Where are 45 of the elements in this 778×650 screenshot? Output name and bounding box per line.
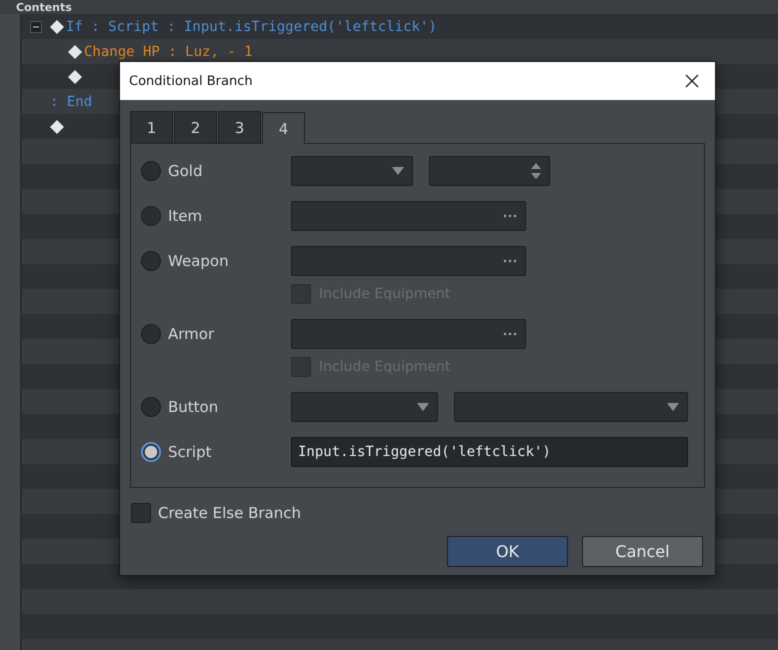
condition-label: Script [168, 443, 213, 461]
panel-title: Contents [16, 1, 72, 14]
condition-label: Button [168, 398, 220, 416]
radio-button[interactable] [141, 251, 161, 271]
dropdown[interactable] [291, 156, 413, 186]
dropdown[interactable] [291, 392, 438, 422]
collapse-icon[interactable] [30, 20, 42, 32]
script-field[interactable]: Input.isTriggered('leftclick') [291, 437, 688, 467]
picker-field[interactable] [291, 246, 526, 276]
ellipsis-icon [503, 332, 517, 336]
dialog-title: Conditional Branch [129, 74, 253, 88]
condition-label: Weapon [168, 252, 230, 270]
radio-button[interactable] [141, 324, 161, 344]
diamond-icon [68, 70, 82, 84]
condition-label: Gold [168, 162, 204, 180]
diamond-icon [50, 120, 64, 134]
condition-label: Item [168, 207, 204, 225]
tab[interactable]: 1 [130, 111, 173, 143]
radio-button[interactable] [141, 161, 161, 181]
ok-button[interactable]: OK [447, 536, 568, 567]
number-field[interactable] [429, 156, 550, 186]
tab[interactable]: 3 [218, 111, 261, 143]
diamond-icon [50, 20, 64, 34]
dropdown-caret-icon [417, 403, 429, 411]
radio-button[interactable] [141, 206, 161, 226]
diamond-icon [68, 44, 82, 58]
dropdown[interactable] [454, 392, 688, 422]
condition-label: Armor [168, 325, 216, 343]
dropdown-caret-icon [392, 167, 404, 175]
tab[interactable]: 4 [262, 112, 305, 144]
radio-button[interactable] [141, 397, 161, 417]
event-command[interactable]: Change HP : Luz, - 1 [84, 44, 253, 60]
spinner-arrows-icon [531, 162, 541, 180]
checkbox-label: Create Else Branch [158, 504, 301, 522]
cancel-button[interactable]: Cancel [582, 536, 703, 567]
checkbox[interactable] [131, 503, 151, 523]
picker-field[interactable] [291, 201, 526, 231]
picker-field[interactable] [291, 319, 526, 349]
radio-button[interactable] [141, 442, 161, 462]
ellipsis-icon [503, 259, 517, 263]
dropdown-caret-icon [667, 403, 679, 411]
tab[interactable]: 2 [174, 111, 217, 143]
ellipsis-icon [503, 214, 517, 218]
event-command[interactable]: If : Script : Input.isTriggered('leftclick') [66, 18, 437, 34]
close-icon [685, 74, 699, 88]
